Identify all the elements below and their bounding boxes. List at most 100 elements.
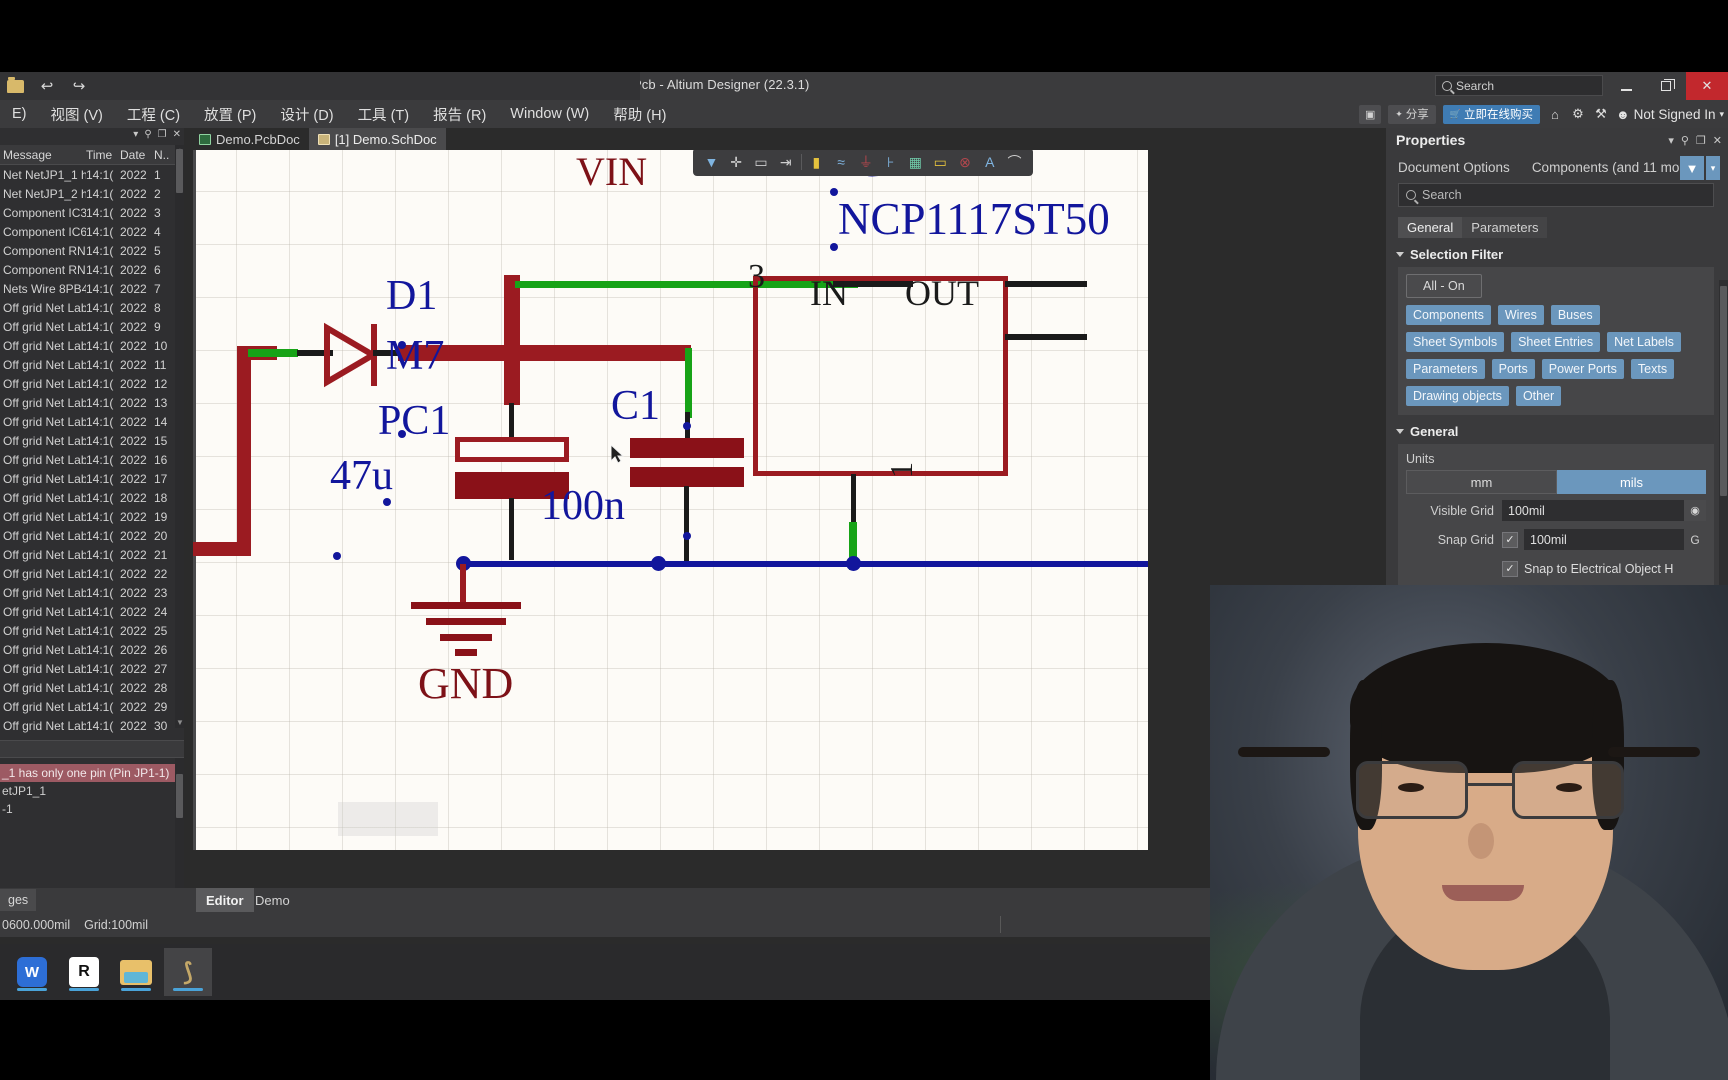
wire-ic1-out-pin2[interactable]	[1005, 334, 1087, 340]
panel-collapse-icon[interactable]: ▾	[133, 129, 138, 140]
all-on-button[interactable]: All - On	[1406, 274, 1482, 298]
sheet-symbol-icon[interactable]: ▦	[905, 154, 925, 171]
filter-chip-other[interactable]: Other	[1515, 386, 1562, 406]
filter-chip-components[interactable]: Components	[1406, 305, 1491, 325]
comment-d1[interactable]: M7	[386, 332, 444, 380]
messages-row[interactable]: Off grid Net Label14:1(202215	[0, 431, 184, 450]
messages-scrollbar[interactable]: ▲ ▼	[175, 145, 184, 728]
panel-pin-icon[interactable]: ⚲	[144, 129, 151, 140]
gnd-bar-1[interactable]	[411, 602, 521, 609]
selection-filter-section-header[interactable]: Selection Filter	[1396, 247, 1728, 262]
taskbar-item-wps-office[interactable]: W	[8, 948, 56, 996]
account-button[interactable]: ☻ Not Signed In ▾	[1616, 107, 1724, 122]
menu-item-design[interactable]: 设计 (D)	[268, 102, 345, 127]
messages-row[interactable]: Off grid Net Label14:1(202224	[0, 602, 184, 621]
panel-close-icon[interactable]: ✕	[1713, 134, 1722, 147]
messages-row[interactable]: Off grid Net Label14:1(202225	[0, 621, 184, 640]
ground-icon[interactable]: ⏚	[856, 152, 876, 172]
menu-item-view[interactable]: 视图 (V)	[39, 102, 115, 127]
power-port-label-gnd[interactable]: GND	[418, 658, 513, 709]
messages-col-time[interactable]: Time	[86, 148, 120, 162]
select-area-icon[interactable]: ▭	[751, 154, 771, 171]
messages-row[interactable]: Off grid Net Label14:1(202223	[0, 583, 184, 602]
wire-pc1-bottom[interactable]	[509, 498, 514, 560]
wrench-icon[interactable]: ⚒	[1593, 106, 1609, 122]
doc-tab-sch[interactable]: [1] Demo.SchDoc	[308, 128, 446, 150]
messages-row[interactable]: Nets Wire 8PB4 ha14:1(20227	[0, 279, 184, 298]
no-erc-icon[interactable]: ⊗	[955, 154, 975, 171]
text-icon[interactable]: A	[980, 154, 1000, 170]
messages-row[interactable]: Off grid Net Label14:1(202228	[0, 678, 184, 697]
panel-close-icon[interactable]: ✕	[173, 129, 181, 140]
units-mm-button[interactable]: mm	[1406, 470, 1557, 494]
properties-scroll-thumb[interactable]	[1720, 286, 1727, 496]
arc-icon[interactable]: ⌒	[1005, 152, 1025, 172]
home-icon[interactable]: ⌂	[1547, 107, 1563, 122]
net-label-vin[interactable]: VIN	[576, 150, 647, 195]
taskbar-item-app-r[interactable]: R	[60, 948, 108, 996]
panel-pin-icon[interactable]: ⚲	[1681, 134, 1689, 147]
filter-chip-drawing-objects[interactable]: Drawing objects	[1406, 386, 1509, 406]
menu-item-tools[interactable]: 工具 (T)	[346, 102, 422, 127]
panel-collapse-icon[interactable]: ▾	[1668, 134, 1674, 147]
filter-chip-ports[interactable]: Ports	[1491, 359, 1535, 379]
messages-row[interactable]: Off grid Net Label14:1(202213	[0, 393, 184, 412]
eye-icon[interactable]: ◉	[1684, 500, 1706, 521]
messages-row[interactable]: Off grid Net Label14:1(20229	[0, 317, 184, 336]
filter-chip-texts[interactable]: Texts	[1630, 359, 1675, 379]
comment-ic1[interactable]: NCP1117ST50	[838, 193, 1110, 245]
message-detail-selected[interactable]: _1 has only one pin (Pin JP1-1)	[0, 764, 184, 782]
global-search-input[interactable]: Search	[1435, 75, 1603, 96]
chevron-down-icon[interactable]: ▾	[1706, 156, 1720, 180]
filter-chip-net-labels[interactable]: Net Labels	[1607, 332, 1681, 352]
net-label-icon[interactable]: ⊦	[881, 154, 901, 171]
messages-row[interactable]: Off grid Net Label14:1(202217	[0, 469, 184, 488]
filter-chip-wires[interactable]: Wires	[1497, 305, 1544, 325]
snap-grid-input[interactable]: 100mil	[1524, 529, 1684, 550]
gnd-bar-2[interactable]	[426, 618, 506, 625]
component-icon[interactable]: ▮	[806, 154, 826, 171]
schematic-canvas[interactable]: VIN D1 M7 PC1 47u C1 100n IC1 NCP1117ST5…	[193, 150, 1148, 850]
tab-components[interactable]: Components (and 11 more)	[1532, 160, 1696, 175]
demo-tab[interactable]: Demo	[245, 888, 300, 912]
doc-tab-pcb[interactable]: Demo.PcbDoc	[190, 128, 309, 150]
filter-icon[interactable]: ▼	[701, 154, 721, 170]
menu-item-window[interactable]: Window (W)	[498, 104, 601, 124]
port-icon[interactable]: ▭	[930, 154, 950, 171]
messages-row[interactable]: Off grid Net Label14:1(202211	[0, 355, 184, 374]
filter-chip-sheet-symbols[interactable]: Sheet Symbols	[1406, 332, 1505, 352]
menu-item-file[interactable]: E)	[0, 104, 39, 124]
panel-maximize-icon[interactable]: ❐	[1696, 134, 1706, 147]
wire-ic1-out-pin[interactable]	[1005, 281, 1087, 287]
schematic-floating-toolbar[interactable]: ▼ ✛ ▭ ⇥ ▮ ≈ ⏚ ⊦ ▦ ▭ ⊗ A ⌒	[693, 150, 1033, 176]
message-detail-scroll-thumb[interactable]	[176, 774, 183, 818]
menu-item-help[interactable]: 帮助 (H)	[601, 102, 678, 127]
messages-row[interactable]: Off grid Net Label14:1(202229	[0, 697, 184, 716]
messages-row[interactable]: Off grid Net Label14:1(202226	[0, 640, 184, 659]
messages-col-date[interactable]: Date	[120, 148, 154, 162]
messages-row[interactable]: Off grid Net Label14:1(202230	[0, 716, 184, 735]
wire-blue-gnd-rail[interactable]	[458, 561, 1148, 567]
undo-icon[interactable]: ↩	[36, 76, 58, 96]
gear-icon[interactable]: ⚙	[1570, 106, 1586, 122]
crosshair-icon[interactable]: ✛	[726, 154, 746, 171]
tab-document-options[interactable]: Document Options	[1398, 160, 1510, 175]
wire-ic1-gnd-black[interactable]	[851, 474, 856, 526]
wire-red-vin-riser[interactable]	[504, 275, 520, 405]
wire-green-diode-in[interactable]	[248, 349, 298, 357]
message-detail-scrollbar[interactable]	[175, 758, 184, 889]
messages-col-message[interactable]: Message	[0, 148, 86, 162]
wire-green-c1[interactable]	[685, 348, 692, 418]
snap-electrical-checkbox[interactable]: ✓	[1502, 560, 1518, 577]
buy-online-button[interactable]: 🛒 立即在线购买	[1442, 104, 1540, 124]
messages-row[interactable]: Off grid Net Label14:1(202210	[0, 336, 184, 355]
menu-item-project[interactable]: 工程 (C)	[115, 102, 192, 127]
messages-row[interactable]: Net NetJP1_1 has14:1(20221	[0, 165, 184, 184]
menu-item-reports[interactable]: 报告 (R)	[421, 102, 498, 127]
capacitor-c1-plate-bottom[interactable]	[630, 467, 744, 487]
designator-d1[interactable]: D1	[386, 272, 437, 320]
messages-row[interactable]: Net NetJP1_2 has14:1(20222	[0, 184, 184, 203]
messages-row[interactable]: Off grid Net Label14:1(202212	[0, 374, 184, 393]
junction-dot-c1[interactable]	[651, 556, 666, 571]
properties-search-input[interactable]: Search	[1398, 183, 1714, 207]
